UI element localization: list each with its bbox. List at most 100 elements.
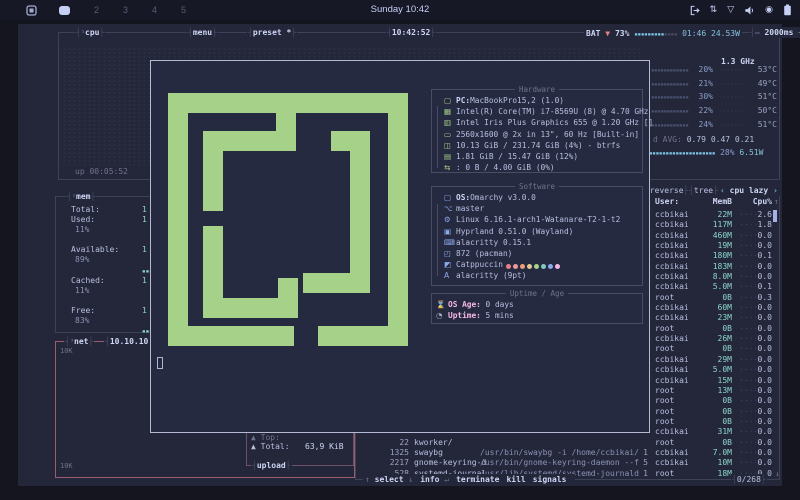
logo-segment xyxy=(318,326,408,346)
core-temp: 51°C xyxy=(758,120,777,129)
fastfetch-terminal[interactable]: Hardware ▢PC:MacBookPro15,2 (1.0) ▦Intel… xyxy=(150,60,650,433)
software-line-icon: ▣ xyxy=(444,227,456,236)
volume-icon[interactable] xyxy=(744,5,755,16)
column-user[interactable]: User: xyxy=(655,197,679,206)
keybind-button[interactable]: info ↵ xyxy=(420,475,449,484)
mem-row: Free: 1 xyxy=(71,306,161,316)
logo-segment xyxy=(203,131,223,211)
workspace-item[interactable]: 3 xyxy=(123,5,128,15)
core-percent: 22% xyxy=(685,106,713,115)
mem-row: ▪▪▪ xyxy=(71,326,161,336)
hardware-line-icon: ▦ xyxy=(444,107,456,116)
core-percent: 30% xyxy=(685,92,713,101)
core-meter: ▪▪▪▪▪▪▪▪▪▪▪▪ xyxy=(651,108,688,115)
mem-row: 11% xyxy=(71,225,161,235)
proc-selection-counter: 0/268 xyxy=(731,474,767,485)
uptime-line-icon: ⌛ xyxy=(436,300,448,309)
upload-tab[interactable]: upload xyxy=(251,460,292,471)
terminal-cursor xyxy=(157,357,163,369)
process-row[interactable]: 2217 gnome-keyring-d /usr/bin/gnome-keyr… xyxy=(356,458,779,468)
battery-percent: 73% xyxy=(615,29,629,38)
core-percent: 21% xyxy=(685,79,713,88)
core-meter: ▪▪▪▪▪▪▪▪▪▪▪▪ xyxy=(651,122,688,129)
theme-color-dot xyxy=(513,264,518,269)
theme-color-dot xyxy=(520,264,525,269)
hardware-line-icon: ▥ xyxy=(444,118,456,127)
mem-row: 89% xyxy=(71,255,161,265)
keybind-button[interactable]: signals xyxy=(533,475,567,484)
mem-row xyxy=(71,296,161,306)
net-scale-top: 10K xyxy=(60,347,73,355)
software-line: Aalacritty (9pt) xyxy=(436,271,642,282)
menu-button[interactable]: menu xyxy=(187,27,218,38)
hardware-line: ⇆: 0 B / 4.00 GiB (0%) xyxy=(436,163,642,174)
record-icon[interactable]: ◉ xyxy=(765,5,773,15)
workspace-list: 2 3 4 5 xyxy=(70,5,186,16)
workspace-item[interactable]: 2 xyxy=(94,5,99,15)
mem-row: ▪▪▪ xyxy=(71,266,161,276)
cpu-box-title: ¹cpu xyxy=(75,27,105,39)
workspace-active[interactable] xyxy=(59,6,70,15)
load-average: d AVG: 0.79 0.47 0.21 xyxy=(653,135,754,144)
hardware-line: ▭2560x1600 @ 2x in 13", 60 Hz [Built-in] xyxy=(436,130,642,141)
software-line: ⌨alacritty 0.15.1 xyxy=(436,238,642,249)
software-line: ▣Hyprland 0.51.0 (Wayland) xyxy=(436,227,642,238)
column-mem[interactable]: MemB xyxy=(694,197,732,206)
theme-color-dot xyxy=(527,264,532,269)
interval-minus-button[interactable]: – xyxy=(755,28,760,37)
uptime-line: ◔Uptime: 5 mins xyxy=(436,311,642,322)
hardware-section: Hardware ▢PC:MacBookPro15,2 (1.0) ▦Intel… xyxy=(431,89,643,173)
core-meter: ▪▪▪▪▪▪▪▪▪▪▪▪ xyxy=(651,67,688,74)
software-line-icon: ⚙ xyxy=(444,215,456,224)
software-section: Software ▢OS:Omarchy v3.0.0 ⌥master ⚙Lin… xyxy=(431,186,643,286)
hardware-line-icon: ▢ xyxy=(444,96,456,105)
process-row[interactable]: 22 kworker/ root 0B ····· 0.0 xyxy=(356,438,779,448)
theme-color-dot xyxy=(541,264,546,269)
hardware-line: ▦Intel(R) Core(TM) i7-8569U (8) @ 4.70 G… xyxy=(436,107,642,118)
theme-color-dot xyxy=(534,264,539,269)
software-title: Software xyxy=(515,182,559,191)
logo-segment xyxy=(168,93,408,113)
hardware-title: Hardware xyxy=(515,85,559,94)
column-cpu[interactable]: Cpu% xyxy=(752,197,772,206)
mem-box-title: ²mem xyxy=(66,191,96,203)
desktop: 2 3 4 5 Sunday 10:42 ⇅ ▽ ◉ ¹cpu menu preset… xyxy=(0,0,800,500)
logo-segment xyxy=(278,278,298,298)
keybind-button[interactable]: terminate xyxy=(456,475,499,484)
keybind-button[interactable]: kill xyxy=(506,475,525,484)
uptime-line-icon: ◔ xyxy=(436,311,448,320)
cpu-core-row: ▪▪▪▪▪▪▪▪▪▪▪▪ 20% ······· 53°C xyxy=(651,65,777,79)
updown-arrows-icon[interactable]: ⇅ xyxy=(710,5,718,15)
mem-row xyxy=(71,235,161,245)
keybind-button[interactable]: ↑ select ↓ xyxy=(365,475,413,484)
net-total-value: 63,9 KiB xyxy=(305,442,344,451)
battery-icon[interactable] xyxy=(783,4,792,16)
net-scale-bottom: 10K xyxy=(60,462,73,470)
core-percent: 24% xyxy=(685,120,713,129)
software-line: ⌥master xyxy=(436,204,642,215)
process-row[interactable]: 1325 swaybg /usr/bin/swaybg -i /home/ccb… xyxy=(356,448,779,458)
clock: Sunday 10:42 xyxy=(371,0,430,20)
core-temp: 53°C xyxy=(758,65,777,74)
proc-reverse-toggle[interactable]: reverse xyxy=(644,185,689,196)
wifi-icon[interactable]: ▽ xyxy=(727,5,734,15)
cpu-core-list: ▪▪▪▪▪▪▪▪▪▪▪▪ 20% ······· 53°C ▪▪▪▪▪▪▪▪▪▪… xyxy=(651,65,777,133)
battery-time: 01:46 xyxy=(682,29,706,38)
logout-icon[interactable] xyxy=(689,5,700,16)
hardware-line: ▢PC:MacBookPro15,2 (1.0) xyxy=(436,96,642,107)
proc-sort-selector[interactable]: ‹ cpu lazy › xyxy=(718,186,780,196)
workspace-item[interactable]: 5 xyxy=(181,5,186,15)
mem-row: Cached: 1 xyxy=(71,276,161,286)
core-temp: 49°C xyxy=(758,79,777,88)
mem-stats: Total: 1 Used: 1 xyxy=(71,205,161,336)
proc-tree-toggle[interactable]: tree xyxy=(688,185,719,196)
hardware-line-icon: ◫ xyxy=(444,141,456,150)
software-line: ◰872 (pacman) xyxy=(436,249,642,260)
logo-segment xyxy=(350,131,370,293)
workspace-item[interactable]: 4 xyxy=(152,5,157,15)
software-line-icon: ▢ xyxy=(444,193,456,202)
core-meter: ▪▪▪▪▪▪▪▪▪▪▪▪ xyxy=(651,81,688,88)
preset-button[interactable]: preset * xyxy=(247,27,297,38)
hardware-line-icon: ⇆ xyxy=(444,163,456,172)
app-launcher-icon[interactable] xyxy=(26,5,37,16)
